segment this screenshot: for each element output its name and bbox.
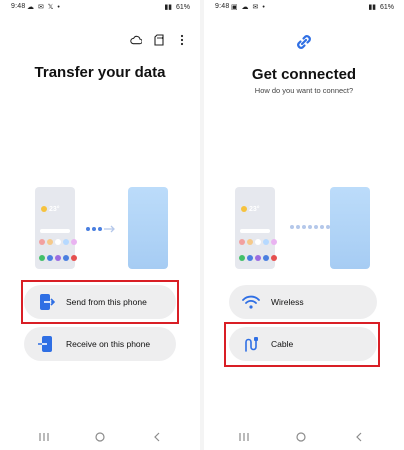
home-icon[interactable] xyxy=(294,430,308,444)
widget-bar xyxy=(240,229,270,233)
weather-widget: 23° xyxy=(241,206,260,213)
transfer-arrow xyxy=(86,225,116,233)
status-bar: 9:48 ☁ ✉ 𝕏 • ▮▮ 61% xyxy=(0,2,200,14)
status-right: ▮▮ 61% xyxy=(366,3,394,11)
battery-level: 61% xyxy=(175,4,190,11)
connection-dots xyxy=(290,225,330,229)
app-icons-row xyxy=(239,239,277,245)
wireless-button[interactable]: Wireless xyxy=(229,285,377,319)
target-phone-illustration xyxy=(330,187,370,269)
battery-level: 61% xyxy=(379,4,394,11)
status-time: 9:48 xyxy=(215,3,230,10)
transfer-screen: 9:48 ☁ ✉ 𝕏 • ▮▮ 61% Transfer your data 2… xyxy=(0,0,200,450)
receive-phone-icon xyxy=(36,334,56,354)
top-toolbar xyxy=(130,33,188,47)
dock-icons-row xyxy=(39,255,77,261)
weather-widget: 23° xyxy=(41,206,60,213)
weather-temp: 23° xyxy=(49,206,60,213)
recents-icon[interactable] xyxy=(237,430,251,444)
receive-on-this-phone-button[interactable]: Receive on this phone xyxy=(24,327,176,361)
notification-icons: ☁ ✉ 𝕏 • xyxy=(27,4,61,11)
widget-bar xyxy=(40,229,70,233)
link-icon xyxy=(297,35,311,49)
page-title: Transfer your data xyxy=(34,64,166,81)
arrow-right-icon xyxy=(104,225,115,233)
home-icon[interactable] xyxy=(93,430,107,444)
weather-temp: 23° xyxy=(249,206,260,213)
source-phone-illustration: 23° xyxy=(235,187,277,269)
cloud-icon[interactable] xyxy=(130,34,142,46)
sd-card-icon[interactable] xyxy=(153,34,165,46)
notification-icons: ▣ ☁ ✉ • xyxy=(231,4,266,11)
target-phone-illustration xyxy=(128,187,168,269)
status-bar: 9:48 ▣ ☁ ✉ • ▮▮ 61% xyxy=(204,2,404,14)
navigation-bar xyxy=(204,430,404,444)
page-subtitle: How do you want to connect? xyxy=(254,86,354,95)
signal-icon: ▮▮ xyxy=(368,4,377,11)
sun-icon xyxy=(41,206,47,213)
signal-icon: ▮▮ xyxy=(164,4,173,11)
back-icon[interactable] xyxy=(352,430,366,444)
app-icons-row xyxy=(39,239,77,245)
page-title: Get connected xyxy=(251,66,357,83)
receive-label: Receive on this phone xyxy=(66,339,151,349)
highlight-box-cable xyxy=(224,322,380,367)
source-phone-illustration: 23° xyxy=(35,187,77,269)
connect-screen: 9:48 ▣ ☁ ✉ • ▮▮ 61% Get connected How do… xyxy=(204,0,404,450)
highlight-box-send xyxy=(21,280,179,324)
back-icon[interactable] xyxy=(150,430,164,444)
navigation-bar xyxy=(0,430,200,444)
status-time: 9:48 xyxy=(11,3,26,10)
sun-icon xyxy=(241,206,247,213)
more-vert-icon[interactable] xyxy=(176,34,188,46)
dock-icons-row xyxy=(239,255,277,261)
wifi-icon xyxy=(241,292,261,312)
recents-icon[interactable] xyxy=(37,430,51,444)
wireless-label: Wireless xyxy=(271,297,304,307)
status-right: ▮▮ 61% xyxy=(162,3,190,11)
